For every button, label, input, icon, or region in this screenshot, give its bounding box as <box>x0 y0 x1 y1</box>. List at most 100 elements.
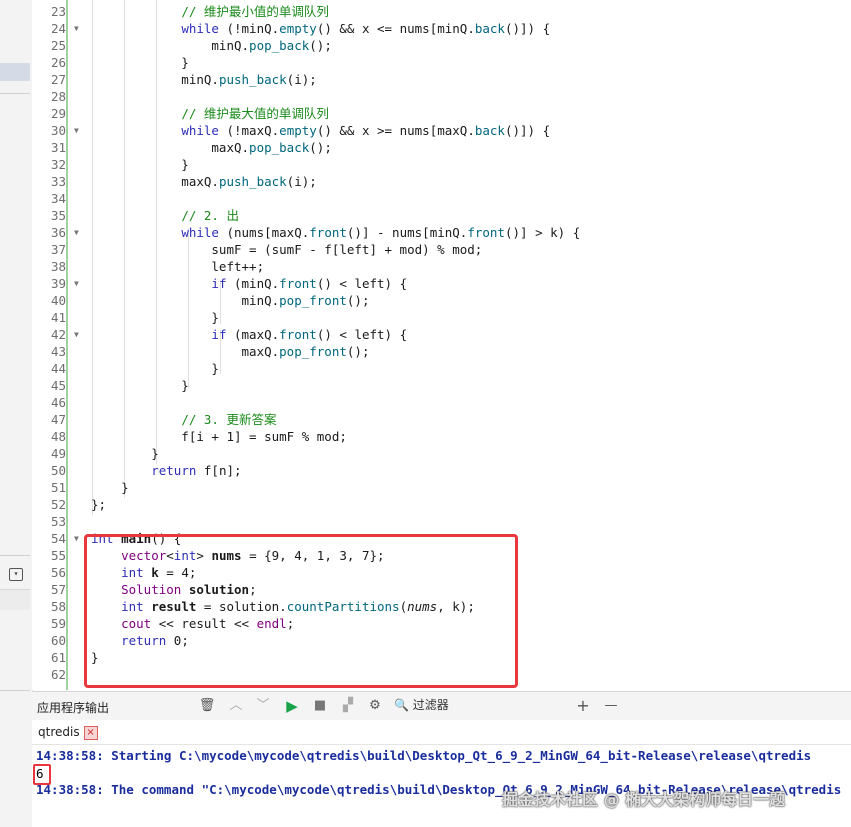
line-number: 60 <box>50 633 66 648</box>
code-text: if (maxQ.front() < left) { <box>91 326 407 343</box>
up-icon[interactable]: ︿ <box>227 697 245 715</box>
line-number: 29 <box>50 106 66 121</box>
code-token: // 2. 出 <box>181 208 239 223</box>
code-token: back <box>474 21 505 36</box>
divider <box>0 690 30 691</box>
code-token: () && x <= nums[minQ. <box>316 21 475 36</box>
line-number: 47 <box>50 412 66 427</box>
line-number: 27 <box>50 72 66 87</box>
code-line[interactable]: 44 } <box>32 360 851 377</box>
code-line[interactable]: 37 sumF = (sumF - f[left] + mod) % mod; <box>32 241 851 258</box>
code-line[interactable]: 43 maxQ.pop_front(); <box>32 343 851 360</box>
code-line[interactable]: 40 minQ.pop_front(); <box>32 292 851 309</box>
filter-input[interactable]: 🔍 过滤器 <box>394 695 584 716</box>
code-line[interactable]: 49 } <box>32 445 851 462</box>
code-line[interactable]: 35 // 2. 出 <box>32 207 851 224</box>
fold-arrow-icon[interactable]: ▼ <box>74 275 84 292</box>
code-line[interactable]: 29 // 维护最大值的单调队列 <box>32 105 851 122</box>
fold-arrow-icon[interactable]: ▼ <box>74 530 84 547</box>
left-sidebar: ▾ <box>0 0 33 827</box>
code-text: // 维护最大值的单调队列 <box>91 105 329 122</box>
output-tabs: qtredis × <box>32 720 851 745</box>
code-line[interactable]: 42 ▼ if (maxQ.front() < left) { <box>32 326 851 343</box>
line-number: 30 <box>50 123 66 138</box>
code-token: (nums[maxQ. <box>218 225 310 240</box>
code-line[interactable]: 27 minQ.push_back(i); <box>32 71 851 88</box>
code-text: return f[n]; <box>91 462 242 479</box>
fold-arrow-icon[interactable]: ▼ <box>74 122 84 139</box>
code-line[interactable]: 30 ▼ while (!maxQ.empty() && x >= nums[ma… <box>32 122 851 139</box>
close-icon[interactable]: × <box>83 725 98 740</box>
code-line[interactable]: 39 ▼ if (minQ.front() < left) { <box>32 275 851 292</box>
attach-icon[interactable]: ▞ <box>339 697 357 715</box>
collapse-icon[interactable]: ▾ <box>9 568 23 581</box>
code-token: pop_front <box>279 344 347 359</box>
application-output[interactable]: 14:38:58: Starting C:\mycode\mycode\qtre… <box>32 745 851 827</box>
code-line[interactable]: 51 } <box>32 479 851 496</box>
code-token: (maxQ. <box>226 327 280 342</box>
line-number: 50 <box>50 463 66 478</box>
code-token: f[n]; <box>196 463 242 478</box>
code-token: (i); <box>286 174 317 189</box>
code-line[interactable]: 47 // 3. 更新答案 <box>32 411 851 428</box>
code-token: } <box>91 157 189 172</box>
code-line[interactable]: 41 } <box>32 309 851 326</box>
code-line[interactable]: 52}; <box>32 496 851 513</box>
code-text: while (nums[maxQ.front()] - nums[minQ.fr… <box>91 224 580 241</box>
down-icon[interactable]: ﹀ <box>254 697 272 715</box>
code-line[interactable]: 32 } <box>32 156 851 173</box>
code-token: maxQ. <box>91 140 250 155</box>
code-text: maxQ.pop_back(); <box>91 139 331 156</box>
code-text: } <box>91 54 189 71</box>
tab-qtredis[interactable]: qtredis × <box>34 722 102 742</box>
fold-arrow-icon[interactable]: ▼ <box>74 224 84 241</box>
code-line[interactable]: 33 maxQ.push_back(i); <box>32 173 851 190</box>
code-token: maxQ. <box>91 344 280 359</box>
code-token: } <box>91 446 159 461</box>
fold-arrow-icon[interactable]: ▼ <box>74 20 84 37</box>
fold-arrow-icon[interactable]: ▼ <box>74 326 84 343</box>
code-token: // 维护最小值的单调队列 <box>181 4 329 19</box>
code-token: sumF = (sumF - f[left] + mod) % mod; <box>91 242 483 257</box>
run-icon[interactable]: ▶ <box>283 697 301 715</box>
gear-icon[interactable]: ⚙ <box>366 697 384 715</box>
minimize-button[interactable]: — <box>602 697 620 715</box>
code-token: pop_front <box>279 293 347 308</box>
line-number: 61 <box>50 650 66 665</box>
code-line[interactable]: 50 return f[n]; <box>32 462 851 479</box>
add-button[interactable]: + <box>574 697 592 715</box>
code-token: front <box>309 225 347 240</box>
stop-icon[interactable]: ■ <box>311 697 329 715</box>
code-text: // 维护最小值的单调队列 <box>91 3 329 20</box>
code-line[interactable]: 31 maxQ.pop_back(); <box>32 139 851 156</box>
code-line[interactable]: 53 <box>32 513 851 530</box>
sidebar-selection[interactable] <box>0 63 30 81</box>
code-line[interactable]: 34 <box>32 190 851 207</box>
code-text: while (!minQ.empty() && x <= nums[minQ.b… <box>91 20 550 37</box>
code-line[interactable]: 23 // 维护最小值的单调队列 <box>32 3 851 20</box>
code-token: if <box>211 327 227 342</box>
line-number: 56 <box>50 565 66 580</box>
code-token: ()]) { <box>504 21 551 36</box>
code-line[interactable]: 25 minQ.pop_back(); <box>32 37 851 54</box>
code-line[interactable]: 26 } <box>32 54 851 71</box>
line-number: 44 <box>50 361 66 376</box>
code-line[interactable]: 45 } <box>32 377 851 394</box>
line-number: 59 <box>50 616 66 631</box>
code-line[interactable]: 46 <box>32 394 851 411</box>
code-token: front <box>279 327 317 342</box>
code-line[interactable]: 48 f[i + 1] = sumF % mod; <box>32 428 851 445</box>
trash-icon[interactable]: 🗑 <box>198 697 216 715</box>
code-token: empty <box>279 21 317 36</box>
code-text: sumF = (sumF - f[left] + mod) % mod; <box>91 241 482 258</box>
code-line[interactable]: 24 ▼ while (!minQ.empty() && x <= nums[mi… <box>32 20 851 37</box>
code-line[interactable]: 36 ▼ while (nums[maxQ.front()] - nums[min… <box>32 224 851 241</box>
code-line[interactable]: 38 left++; <box>32 258 851 275</box>
code-line[interactable]: 28 <box>32 88 851 105</box>
code-token: ()]) { <box>504 123 551 138</box>
code-token: minQ. <box>91 293 280 308</box>
line-number: 51 <box>50 480 66 495</box>
